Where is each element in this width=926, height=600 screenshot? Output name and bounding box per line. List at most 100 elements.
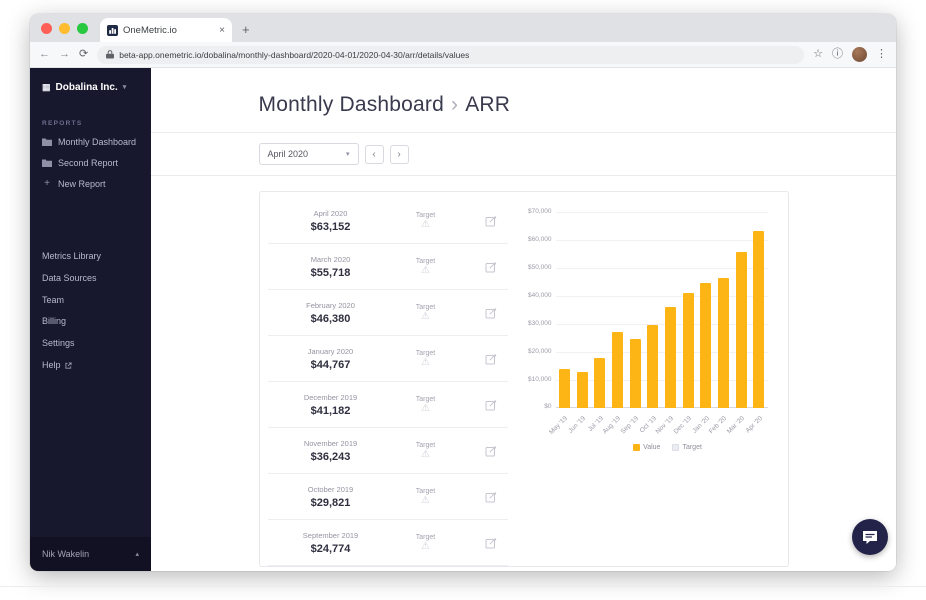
bar-value[interactable]	[700, 282, 712, 408]
breadcrumb-metric-name: ARR	[465, 93, 511, 116]
minimize-button[interactable]	[59, 23, 70, 34]
browser-menu-icon[interactable]: ⋮	[876, 49, 887, 60]
window-controls	[41, 23, 88, 34]
org-switcher[interactable]: ▦ Dobalina Inc. ▾	[30, 68, 151, 105]
nav-label: Data Sources	[42, 273, 97, 284]
annotation-icon[interactable]	[485, 215, 504, 227]
bar-value[interactable]	[717, 278, 729, 408]
row-value: $44,767	[310, 358, 351, 371]
bar-value[interactable]	[735, 252, 747, 408]
url-bar[interactable]: beta-app.onemetric.io/dobalina/monthly-d…	[97, 45, 805, 64]
page-header: Monthly Dashboard › ARR	[151, 68, 896, 133]
row-month-label: April 2020	[313, 208, 348, 218]
row-target-label: Target	[415, 211, 436, 219]
reports-section-heading: REPORTS	[42, 120, 83, 127]
sidebar-reports-list: Monthly Dashboard Second Report	[30, 132, 151, 174]
annotation-icon[interactable]	[485, 537, 504, 549]
sidebar-item-metrics-library[interactable]: Metrics Library	[30, 246, 151, 268]
report-label: Monthly Dashboard	[58, 137, 137, 147]
chart-panel: $0 $10,000 $20,000 $30,000 $40,000 $50,000 $60…	[508, 192, 788, 566]
new-tab-button[interactable]: +	[242, 23, 250, 36]
lock-icon	[106, 50, 115, 59]
sidebar-item-new-report[interactable]: + New Report	[30, 174, 151, 195]
y-axis-label: $10,000	[528, 376, 552, 383]
y-axis-label: $0	[544, 403, 552, 410]
sidebar-item-team[interactable]: Team	[30, 290, 151, 312]
bar-value[interactable]	[682, 292, 694, 408]
bar-value[interactable]	[611, 332, 623, 408]
bar-value[interactable]	[753, 231, 765, 408]
row-value: $55,718	[310, 266, 351, 279]
chat-widget-button[interactable]	[852, 519, 888, 555]
breadcrumb-separator: ›	[451, 93, 459, 116]
annotation-icon[interactable]	[485, 261, 504, 273]
row-month-label: December 2019	[303, 392, 358, 402]
sidebar-item-report[interactable]: Second Report	[30, 153, 151, 174]
browser-tab-bar: OneMetric.io × +	[30, 14, 896, 42]
annotation-icon[interactable]	[485, 353, 504, 365]
nav-label: Team	[42, 294, 65, 305]
profile-avatar[interactable]	[852, 47, 867, 62]
value-swatch-icon	[633, 444, 641, 451]
table-row: January 2020 $44,767 Target ⚠	[267, 336, 508, 382]
bookmark-star-icon[interactable]: ☆	[813, 49, 823, 60]
user-menu[interactable]: Nik Wakelin ▴	[30, 537, 151, 571]
warning-icon: ⚠	[421, 402, 430, 414]
forward-icon[interactable]: →	[59, 49, 70, 60]
back-icon[interactable]: ←	[39, 49, 50, 60]
warning-icon: ⚠	[421, 264, 430, 276]
period-value: April 2020	[267, 149, 309, 159]
table-row: September 2019 $24,774 Target ⚠	[267, 520, 508, 566]
chevron-down-icon: ▾	[345, 150, 350, 158]
prev-month-button[interactable]: ‹	[364, 144, 384, 164]
row-month-label: January 2020	[307, 346, 354, 356]
bar-value[interactable]	[594, 357, 606, 408]
annotation-icon[interactable]	[485, 491, 504, 503]
nav-label: Help	[42, 359, 61, 370]
table-row: October 2019 $29,821 Target ⚠	[267, 474, 508, 520]
annotation-icon[interactable]	[485, 399, 504, 411]
sidebar-item-help[interactable]: Help	[30, 355, 151, 377]
row-value: $46,380	[310, 312, 351, 325]
warning-icon: ⚠	[421, 356, 430, 368]
row-value: $63,152	[310, 220, 351, 233]
warning-icon: ⚠	[421, 310, 430, 322]
row-target-label: Target	[415, 257, 436, 265]
next-month-button[interactable]: ›	[389, 144, 409, 164]
row-value: $41,182	[310, 404, 351, 417]
row-target-label: Target	[415, 303, 436, 311]
row-month-label: September 2019	[302, 530, 359, 540]
values-table: April 2020 $63,152 Target ⚠ March 2020 $…	[260, 192, 508, 566]
nav-label: Billing	[42, 316, 67, 327]
row-target-label: Target	[415, 441, 436, 449]
period-dropdown[interactable]: April 2020 ▾	[258, 143, 359, 165]
sidebar-item-billing[interactable]: Billing	[30, 311, 151, 333]
bar-value[interactable]	[558, 368, 570, 408]
page-bottom-divider	[0, 586, 926, 587]
folder-icon	[42, 138, 52, 147]
tab-title: OneMetric.io	[123, 24, 177, 36]
tab-close-icon[interactable]: ×	[219, 25, 225, 36]
table-row: December 2019 $41,182 Target ⚠	[267, 382, 508, 428]
y-axis-label: $30,000	[528, 320, 552, 327]
org-name: Dobalina Inc.	[55, 82, 118, 93]
browser-tab[interactable]: OneMetric.io ×	[100, 18, 232, 42]
bar-value[interactable]	[664, 306, 676, 408]
gridline	[555, 240, 768, 241]
sidebar-item-report[interactable]: Monthly Dashboard	[30, 132, 151, 153]
refresh-icon[interactable]: ⟳	[79, 49, 88, 60]
zoom-button[interactable]	[77, 23, 88, 34]
chat-bubble-icon	[863, 530, 877, 544]
bar-value[interactable]	[576, 371, 588, 408]
row-value: $29,821	[310, 496, 351, 509]
bar-value[interactable]	[629, 338, 641, 408]
sidebar-item-settings[interactable]: Settings	[30, 333, 151, 355]
close-button[interactable]	[41, 23, 52, 34]
annotation-icon[interactable]	[485, 307, 504, 319]
sidebar-item-data-sources[interactable]: Data Sources	[30, 268, 151, 290]
page-title: Monthly Dashboard › ARR	[259, 93, 789, 117]
annotation-icon[interactable]	[485, 445, 504, 457]
nav-label: Metrics Library	[42, 251, 102, 262]
bar-value[interactable]	[647, 324, 659, 408]
info-icon[interactable]: ⓘ	[832, 49, 843, 60]
